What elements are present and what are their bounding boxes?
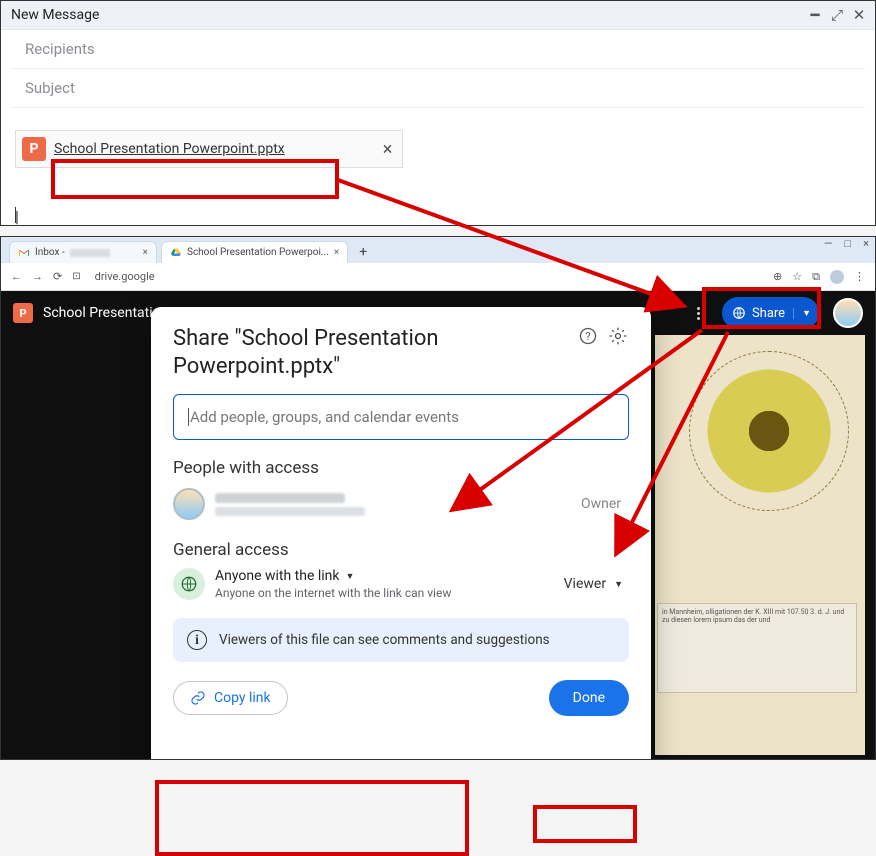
compose-window: New Message ━ ⤢ ✕ Recipients Subject P S… — [0, 0, 876, 226]
info-banner: i Viewers of this file can see comments … — [173, 618, 629, 662]
done-label: Done — [573, 690, 605, 706]
text-cursor: | — [15, 207, 16, 223]
browser-window: Inbox - × School Presentation Powerpoi..… — [0, 236, 876, 760]
drive-viewer: P School Presentati Share ▼ in Mannheim,… — [1, 291, 875, 759]
info-icon: i — [187, 630, 207, 650]
window-maximize-icon[interactable]: □ — [844, 237, 851, 250]
share-dialog: Share "School Presentation Powerpoint.pp… — [151, 307, 651, 759]
back-icon[interactable]: ← — [11, 270, 22, 283]
subject-placeholder: Subject — [25, 79, 75, 97]
access-scope-dropdown[interactable]: Anyone with the link ▼ — [215, 568, 451, 584]
viewer-filename: School Presentati — [43, 305, 153, 321]
owner-label: Owner — [581, 496, 629, 512]
person-avatar — [173, 488, 205, 520]
site-info-icon[interactable]: ⊡ — [72, 271, 80, 282]
slide-newsprint-image: in Mannheim, olligationen der K. XIII mi… — [657, 603, 857, 693]
tab-label: School Presentation Powerpoi... — [187, 247, 329, 258]
reload-icon[interactable]: ⟳ — [53, 270, 62, 283]
access-description: Anyone on the internet with the link can… — [215, 586, 451, 600]
gmail-icon — [18, 247, 30, 259]
window-minimize-icon[interactable]: — — [824, 237, 833, 250]
star-icon[interactable]: ☆ — [792, 270, 802, 283]
minimize-icon[interactable]: ━ — [809, 9, 821, 21]
gear-icon[interactable] — [607, 325, 629, 347]
annotation-highlight — [155, 780, 469, 856]
attachment-chip[interactable]: P School Presentation Powerpoint.pptx × — [15, 130, 403, 168]
chevron-down-icon: ▼ — [614, 579, 623, 590]
input-placeholder: Add people, groups, and calendar events — [188, 408, 459, 426]
people-heading: People with access — [173, 458, 629, 478]
globe-icon — [173, 568, 205, 600]
redacted-name — [215, 493, 345, 503]
person-info — [215, 493, 365, 516]
general-access-row: Anyone with the link ▼ Anyone on the int… — [173, 568, 629, 600]
svg-text:?: ? — [585, 330, 590, 343]
subject-field[interactable]: Subject — [11, 69, 865, 108]
powerpoint-icon: P — [13, 303, 33, 323]
dialog-title: Share "School Presentation Powerpoint.pp… — [173, 325, 569, 380]
redacted-email — [215, 507, 365, 516]
role-label: Viewer — [564, 576, 606, 592]
tab-close-icon[interactable]: × — [334, 247, 339, 258]
share-label: Share — [752, 306, 785, 321]
general-access-heading: General access — [173, 540, 629, 560]
address-bar: ← → ⟳ ⊡ drive.google ⊕ ☆ ⧉ ⋮ — [1, 263, 875, 291]
link-icon — [190, 690, 206, 706]
powerpoint-icon: P — [22, 137, 46, 161]
forward-icon[interactable]: → — [32, 270, 43, 283]
compose-title: New Message — [11, 7, 99, 23]
share-button[interactable]: Share ▼ — [722, 297, 819, 329]
share-dropdown-icon[interactable]: ▼ — [793, 308, 811, 319]
profile-avatar-icon[interactable] — [830, 270, 844, 284]
drive-icon — [170, 247, 182, 259]
tab-inbox[interactable]: Inbox - × — [9, 241, 157, 263]
done-button[interactable]: Done — [549, 680, 629, 716]
globe-icon — [732, 306, 746, 320]
window-controls: — □ × — [824, 237, 869, 250]
banner-text: Viewers of this file can see comments an… — [219, 632, 550, 648]
help-icon[interactable]: ? — [577, 325, 599, 347]
new-tab-button[interactable]: + — [352, 241, 374, 263]
tab-strip: Inbox - × School Presentation Powerpoi..… — [1, 237, 875, 263]
role-dropdown[interactable]: Viewer ▼ — [564, 576, 629, 592]
annotation-highlight — [533, 805, 637, 843]
copy-link-label: Copy link — [214, 690, 271, 706]
redacted-text — [70, 249, 110, 257]
attachment-remove-icon[interactable]: × — [383, 139, 393, 160]
kebab-icon[interactable]: ⋮ — [854, 270, 865, 283]
more-actions-icon[interactable] — [690, 307, 708, 320]
recipients-field[interactable]: Recipients — [11, 30, 865, 69]
zoom-icon[interactable]: ⊕ — [773, 270, 782, 283]
recipients-placeholder: Recipients — [25, 40, 95, 58]
add-people-input[interactable]: Add people, groups, and calendar events — [173, 394, 629, 440]
popout-icon[interactable]: ⤢ — [831, 9, 843, 21]
tab-label: Inbox - — [35, 247, 65, 258]
copy-link-button[interactable]: Copy link — [173, 681, 288, 715]
window-close-icon[interactable]: × — [863, 237, 869, 250]
extension-icon[interactable]: ⧉ — [812, 270, 820, 284]
compose-header: New Message ━ ⤢ ✕ — [1, 1, 875, 30]
chevron-down-icon: ▼ — [346, 571, 355, 582]
attachment-name: School Presentation Powerpoint.pptx — [54, 141, 285, 157]
close-icon[interactable]: ✕ — [853, 9, 865, 21]
access-scope-label: Anyone with the link — [215, 568, 340, 584]
tab-drive-file[interactable]: School Presentation Powerpoi... × — [161, 241, 348, 263]
url-text[interactable]: drive.google — [95, 270, 155, 283]
tab-close-icon[interactable]: × — [143, 247, 148, 258]
person-row: Owner — [173, 488, 629, 520]
slide-flower-image — [689, 351, 849, 511]
account-avatar[interactable] — [833, 298, 863, 328]
